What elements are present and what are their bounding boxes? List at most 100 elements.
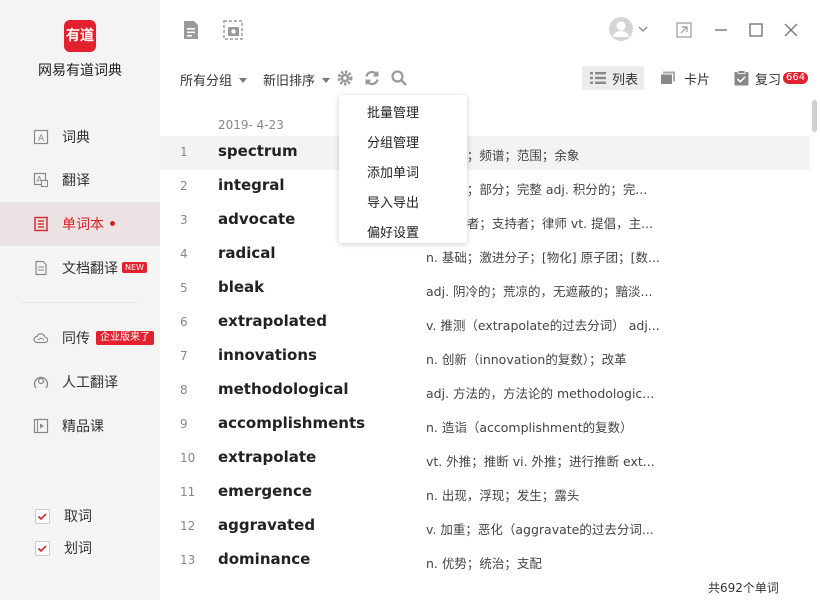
word-definition: n. 优势；统治；支配	[426, 556, 542, 571]
sidebar-item-label: 文档翻译 NEW	[62, 258, 147, 278]
card-view-button[interactable]: 卡片	[660, 66, 714, 90]
card-view-label: 卡片	[684, 72, 711, 88]
row-number: 12	[180, 519, 196, 533]
sidebar-item-simultaneous[interactable]: 同传 企业版来了	[0, 316, 160, 360]
word-text: emergence	[218, 482, 313, 500]
word-definition: vt. 外推；推断 vi. 外推；进行推断 ext...	[426, 454, 655, 469]
word-text: extrapolated	[218, 312, 327, 330]
settings-dropdown-menu: 批量管理 分组管理 添加单词 导入导出 偏好设置	[339, 95, 467, 243]
word-row[interactable]: 9 accomplishments n. 造诣（accomplishment的复数）	[160, 408, 810, 442]
video-icon	[33, 418, 49, 434]
sidebar-item-dictionary[interactable]: A 词典	[0, 115, 160, 159]
notification-dot	[110, 220, 115, 226]
row-number: 6	[180, 315, 188, 329]
sidebar-item-label: 同传 企业版来了	[62, 328, 154, 348]
row-number: 3	[180, 213, 188, 227]
word-row[interactable]: 3 advocate n. 提倡者；支持者；律师 vt. 提倡，主...	[160, 204, 810, 238]
word-text: extrapolate	[218, 448, 317, 466]
menu-item-group-manage[interactable]: 分组管理	[367, 132, 419, 151]
cloud-icon	[33, 333, 49, 344]
avatar	[609, 17, 633, 41]
sidebar-item-label: 人工翻译	[62, 375, 118, 391]
translate-icon: A	[33, 172, 48, 187]
word-text: radical	[218, 244, 276, 262]
checkbox-label: 取词	[64, 509, 92, 525]
wordbook-icon	[34, 216, 48, 232]
note-icon[interactable]	[182, 20, 200, 40]
word-text: dominance	[218, 550, 311, 568]
word-row[interactable]: 6 extrapolated v. 推测（extrapolate的过去分词） adj…	[160, 306, 810, 340]
list-icon	[590, 72, 606, 84]
list-view-label: 列表	[612, 72, 639, 88]
row-number: 1	[180, 145, 188, 159]
card-icon	[660, 71, 675, 85]
search-icon[interactable]	[390, 69, 408, 87]
maximize-button[interactable]	[744, 18, 768, 42]
sidebar-item-label: 词典	[62, 130, 90, 146]
row-number: 10	[180, 451, 196, 465]
close-button[interactable]	[779, 18, 803, 42]
sidebar: 有道 网易有道词典 A 词典 A 翻译 单词本 文档翻译 NEW 同传 企业版来了 …	[0, 0, 160, 600]
word-definition: adj. 方法的，方法论的 methodologic...	[426, 386, 655, 401]
checkbox[interactable]	[35, 540, 50, 556]
menu-item-add-word[interactable]: 添加单词	[367, 162, 419, 181]
word-text: bleak	[218, 278, 265, 296]
word-row[interactable]: 5 bleak adj. 阴冷的；荒凉的，无遮蔽的；黯淡...	[160, 272, 810, 306]
word-text: innovations	[218, 346, 317, 364]
word-row[interactable]: 8 methodological adj. 方法的，方法论的 methodologi…	[160, 374, 810, 408]
review-label: 复习	[755, 72, 782, 88]
sidebar-item-doc-translate[interactable]: 文档翻译 NEW	[0, 246, 160, 290]
word-definition: v. 推测（extrapolate的过去分词） adj...	[426, 318, 660, 333]
word-row[interactable]: 1 spectrum n. 光谱；频谱；范围；余象	[160, 136, 810, 170]
word-row[interactable]: 4 radical n. 基础；激进分子；[物化] 原子团；[数...	[160, 238, 810, 272]
word-row[interactable]: 2 integral n. 积分；部分；完整 adj. 积分的；完...	[160, 170, 810, 204]
caret-down-icon	[239, 78, 248, 83]
word-text: methodological	[218, 380, 349, 398]
menu-item-import-export[interactable]: 导入导出	[367, 192, 419, 211]
row-number: 2	[180, 179, 188, 193]
word-row[interactable]: 10 extrapolate vt. 外推；推断 vi. 外推；进行推断 ext..…	[160, 442, 810, 476]
word-row[interactable]: 13 dominance n. 优势；统治；支配	[160, 544, 810, 578]
word-definition: v. 加重；恶化（aggravate的过去分词...	[426, 522, 654, 537]
user-avatar-menu[interactable]	[608, 16, 652, 42]
minimize-button[interactable]	[709, 18, 733, 42]
capture-word-toggle[interactable]: 取词	[35, 506, 135, 526]
word-text: accomplishments	[218, 414, 366, 432]
word-row[interactable]: 12 aggravated v. 加重；恶化（aggravate的过去分词...	[160, 510, 810, 544]
row-number: 9	[180, 417, 188, 431]
review-button[interactable]: 复习 664	[734, 66, 810, 90]
sync-icon[interactable]	[363, 69, 381, 87]
menu-item-preferences[interactable]: 偏好设置	[367, 222, 419, 241]
sort-dropdown[interactable]: 新旧排序	[263, 70, 331, 89]
row-number: 13	[180, 553, 196, 567]
mini-mode-button[interactable]	[672, 18, 696, 42]
review-count-badge: 664	[783, 72, 809, 84]
group-filter-dropdown[interactable]: 所有分组	[180, 70, 248, 89]
sidebar-item-human-translate[interactable]: 人工翻译	[0, 360, 160, 404]
chevron-down-icon	[638, 26, 648, 32]
checkmark-icon	[37, 512, 47, 520]
date-group-label: 2019- 4-23	[218, 118, 284, 132]
word-text: spectrum	[218, 142, 298, 160]
word-text: advocate	[218, 210, 296, 228]
word-definition: n. 出现，浮现；发生；露头	[426, 488, 580, 503]
word-row[interactable]: 11 emergence n. 出现，浮现；发生；露头	[160, 476, 810, 510]
list-view-button[interactable]: 列表	[582, 66, 644, 90]
select-word-toggle[interactable]: 划词	[35, 538, 135, 558]
word-definition: n. 基础；激进分子；[物化] 原子团；[数...	[426, 250, 660, 265]
checkbox[interactable]	[35, 508, 50, 524]
person-icon	[33, 376, 49, 389]
sidebar-item-label: 单词本	[62, 214, 115, 234]
gear-icon[interactable]	[336, 69, 354, 87]
caret-down-icon	[322, 78, 331, 83]
scrollbar-thumb[interactable]	[812, 100, 817, 132]
screenshot-icon[interactable]	[223, 20, 243, 40]
word-row[interactable]: 7 innovations n. 创新（innovation的复数）；改革	[160, 340, 810, 374]
sidebar-item-wordbook[interactable]: 单词本	[0, 202, 160, 246]
new-badge: NEW	[122, 261, 147, 273]
menu-item-batch-manage[interactable]: 批量管理	[367, 102, 419, 121]
sidebar-item-label: 精品课	[62, 419, 104, 435]
sidebar-item-courses[interactable]: 精品课	[0, 404, 160, 448]
sidebar-item-translate[interactable]: A 翻译	[0, 158, 160, 202]
sidebar-divider	[22, 302, 137, 303]
